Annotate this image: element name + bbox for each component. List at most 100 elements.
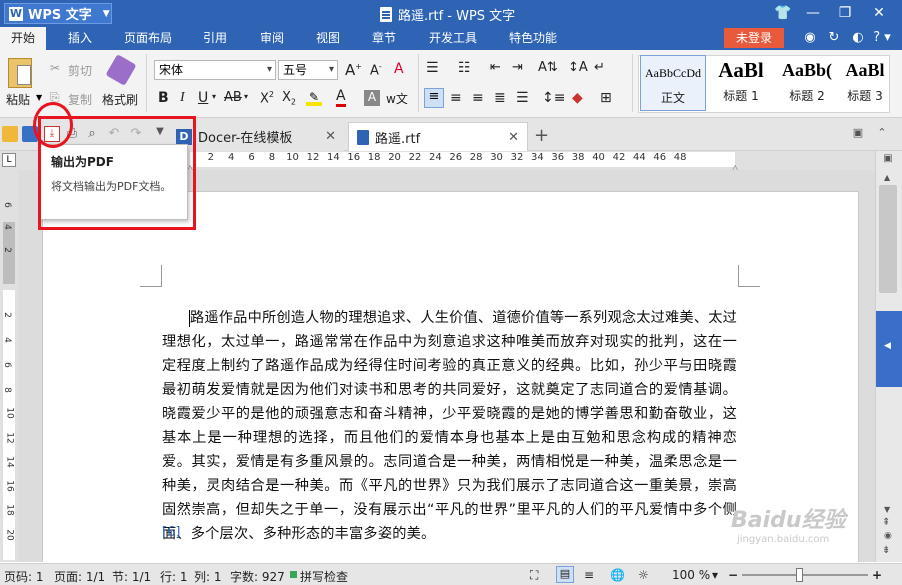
vertical-scrollbar[interactable]: ▣ ▲ ◀ ▼ ⇞ ◉ ⇟ (875, 151, 902, 562)
tab-review[interactable]: 审阅 (252, 27, 292, 50)
scrollbar-thumb[interactable] (879, 185, 897, 293)
zoom-slider[interactable] (742, 574, 868, 576)
chevron-down-icon[interactable]: ▾ (712, 568, 718, 582)
status-pages[interactable]: 页面: 1/1 (54, 568, 105, 585)
footnote-ref[interactable]: [6] (162, 525, 180, 540)
tab-document[interactable]: 路遥.rtf ✕ (348, 122, 528, 151)
char-shading-icon[interactable]: A (364, 90, 380, 106)
chevron-down-icon[interactable]: ▼ (36, 93, 42, 102)
zoom-out-button[interactable]: − (728, 568, 738, 582)
spell-check-button[interactable]: 拼写检查 (300, 568, 348, 585)
style-heading-1[interactable]: AaBl 标题 1 (708, 55, 774, 111)
new-tab-icon[interactable]: + (534, 125, 549, 146)
skin-palette-icon[interactable]: ◐ (850, 30, 866, 46)
login-button[interactable]: 未登录 (724, 28, 784, 48)
sort-icon[interactable]: ↕A (568, 60, 588, 75)
clear-format-icon[interactable]: A (394, 61, 404, 77)
ruler-tick: 24 (429, 152, 442, 163)
fullscreen-icon[interactable]: ⛶ (530, 568, 538, 583)
restore-button[interactable]: ❐ (832, 2, 858, 24)
bold-icon[interactable]: B (158, 90, 169, 106)
tab-insert[interactable]: 插入 (58, 27, 102, 50)
reading-mode-icon[interactable]: ☼ (638, 568, 649, 582)
decrease-indent-icon[interactable]: ⇤ (490, 60, 501, 75)
collapse-ribbon-icon[interactable]: ⌃ (874, 126, 890, 142)
minimize-button[interactable]: — (800, 2, 826, 24)
paragraph-marks-icon[interactable]: ↵ (594, 60, 605, 75)
tab-view[interactable]: 视图 (308, 27, 348, 50)
outline-view-icon[interactable]: ≡ (584, 568, 594, 582)
strikethrough-icon[interactable]: AB (224, 90, 242, 105)
cut-button[interactable]: 剪切 (68, 62, 92, 79)
close-icon[interactable]: ✕ (508, 130, 519, 145)
style-heading-3[interactable]: AaBl 标题 3 (840, 55, 890, 111)
tab-reference[interactable]: 引用 (195, 27, 235, 50)
clipboard-icon[interactable] (8, 58, 32, 88)
close-button[interactable]: ✕ (866, 2, 892, 24)
font-color-icon[interactable]: A (336, 88, 346, 107)
copy-button[interactable]: 复制 (68, 91, 92, 108)
tab-developer[interactable]: 开发工具 (420, 27, 486, 50)
distributed-icon[interactable]: ☰ (516, 90, 529, 106)
skin-icon[interactable]: 👕 (770, 2, 796, 24)
chevron-down-icon[interactable]: ▾ (244, 92, 248, 101)
sync-icon[interactable]: ↻ (826, 30, 842, 46)
zoom-slider-thumb[interactable] (796, 568, 803, 582)
scroll-up-icon[interactable]: ▲ (884, 173, 890, 182)
pinyin-guide-icon[interactable]: w文 (386, 90, 408, 107)
ruler-tick: 44 (633, 152, 646, 163)
zoom-level[interactable]: 100 % (672, 568, 710, 582)
status-row[interactable]: 行: 1 (160, 568, 188, 585)
zoom-in-button[interactable]: + (872, 568, 882, 582)
ruler-tick: 38 (571, 152, 585, 163)
page-view-icon[interactable]: ▤ (556, 566, 574, 583)
status-section[interactable]: 节: 1/1 (112, 568, 151, 585)
tab-special[interactable]: 特色功能 (500, 27, 566, 50)
tab-chapter[interactable]: 章节 (364, 27, 404, 50)
grow-font-icon[interactable]: A+ (345, 61, 362, 79)
tab-start[interactable]: 开始 (0, 27, 46, 50)
justify-icon[interactable]: ≣ (494, 90, 506, 106)
status-col[interactable]: 列: 1 (194, 568, 222, 585)
side-panel-handle[interactable]: ◀ (876, 311, 902, 387)
wps-app-button[interactable]: W WPS 文字 ▼ (4, 3, 112, 24)
style-heading-2[interactable]: AaBb( 标题 2 (774, 55, 840, 111)
view-icon[interactable]: ▣ (880, 153, 896, 167)
baidu-watermark: Baidu经验 jingyan.baidu.com (697, 508, 887, 560)
close-icon[interactable]: ✕ (325, 129, 336, 144)
subscript-icon[interactable]: X2 (282, 90, 296, 107)
highlight-icon[interactable]: ✎ (306, 90, 322, 106)
chevron-down-icon[interactable]: ▾ (212, 92, 216, 101)
increase-indent-icon[interactable]: ⇥ (512, 60, 523, 75)
line-spacing-icon[interactable]: ↕≡ (542, 90, 565, 106)
format-painter-button[interactable]: 格式刷 (102, 91, 138, 108)
tab-stop-icon[interactable]: L (2, 153, 16, 167)
numbering-icon[interactable]: ☷ (458, 60, 471, 76)
italic-icon[interactable]: I (180, 90, 185, 106)
border-icon[interactable]: ⊞ (600, 90, 612, 106)
shrink-font-icon[interactable]: A- (370, 62, 382, 78)
format-painter-icon[interactable] (105, 54, 137, 86)
cloud-icon[interactable]: ◉ (802, 30, 818, 46)
paragraph[interactable]: 路遥作品中所创造人物的理想追求、人生价值、道德价值等一系列观念太过难美、太过理想… (162, 306, 737, 546)
text-direction-icon[interactable]: A⇅ (538, 60, 558, 75)
font-name-select[interactable]: 宋体 (154, 60, 276, 80)
document-body[interactable]: 路遥作品中所创造人物的理想追求、人生价值、道德价值等一系列观念太过难美、太过理想… (162, 306, 737, 546)
font-size-select[interactable]: 五号 (278, 60, 338, 80)
superscript-icon[interactable]: X2 (260, 90, 274, 106)
tab-page-layout[interactable]: 页面布局 (116, 27, 180, 50)
style-normal[interactable]: AaBbCcDd 正文 (640, 55, 706, 111)
align-right-icon[interactable]: ≡ (472, 90, 484, 106)
tab-list-icon[interactable]: ▣ (850, 126, 866, 142)
align-left-icon[interactable]: ≡ (424, 88, 444, 108)
help-icon[interactable]: ? ▾ (870, 30, 894, 46)
web-view-icon[interactable]: 🌐 (610, 568, 625, 582)
bullets-icon[interactable]: ☰ (426, 60, 439, 76)
status-page[interactable]: 页码: 1 (4, 568, 44, 585)
open-folder-icon[interactable] (2, 126, 18, 142)
status-word-count[interactable]: 字数: 927 (230, 568, 285, 585)
underline-icon[interactable]: U (198, 90, 208, 106)
align-center-icon[interactable]: ≡ (450, 90, 462, 106)
shading-icon[interactable]: ◆ (572, 90, 583, 106)
paste-button[interactable]: 粘贴 (6, 91, 30, 108)
